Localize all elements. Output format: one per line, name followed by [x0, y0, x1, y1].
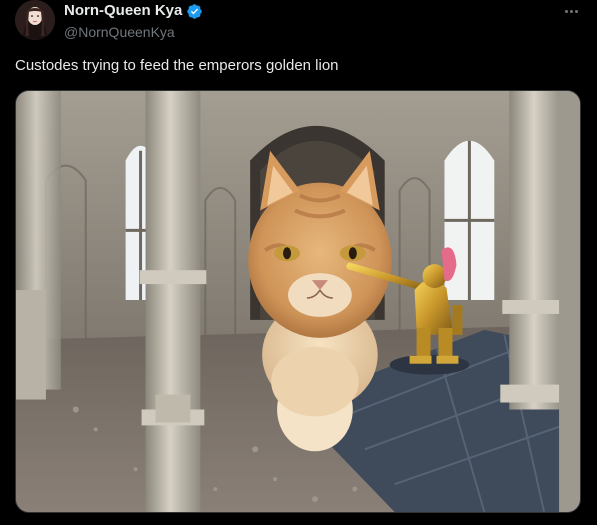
author-display-name[interactable]: Norn-Queen Kya — [64, 1, 182, 21]
dot — [564, 9, 568, 13]
dot — [574, 9, 578, 13]
dot — [569, 9, 573, 13]
photo-cat-diorama — [16, 91, 580, 512]
more-dots-icon[interactable] — [559, 2, 583, 20]
tweet[interactable]: Norn-Queen Kya @NornQueenKya Custodes tr… — [0, 0, 597, 525]
tweet-photo[interactable] — [15, 90, 581, 513]
author-avatar[interactable] — [15, 0, 55, 40]
verified-badge-icon[interactable] — [186, 3, 203, 20]
tweet-text: Custodes trying to feed the emperors gol… — [15, 57, 339, 74]
avatar-image — [15, 0, 55, 40]
author-name-row: Norn-Queen Kya — [64, 0, 203, 22]
tweet-header: Norn-Queen Kya @NornQueenKya — [64, 0, 203, 44]
author-handle[interactable]: @NornQueenKya — [64, 23, 203, 41]
